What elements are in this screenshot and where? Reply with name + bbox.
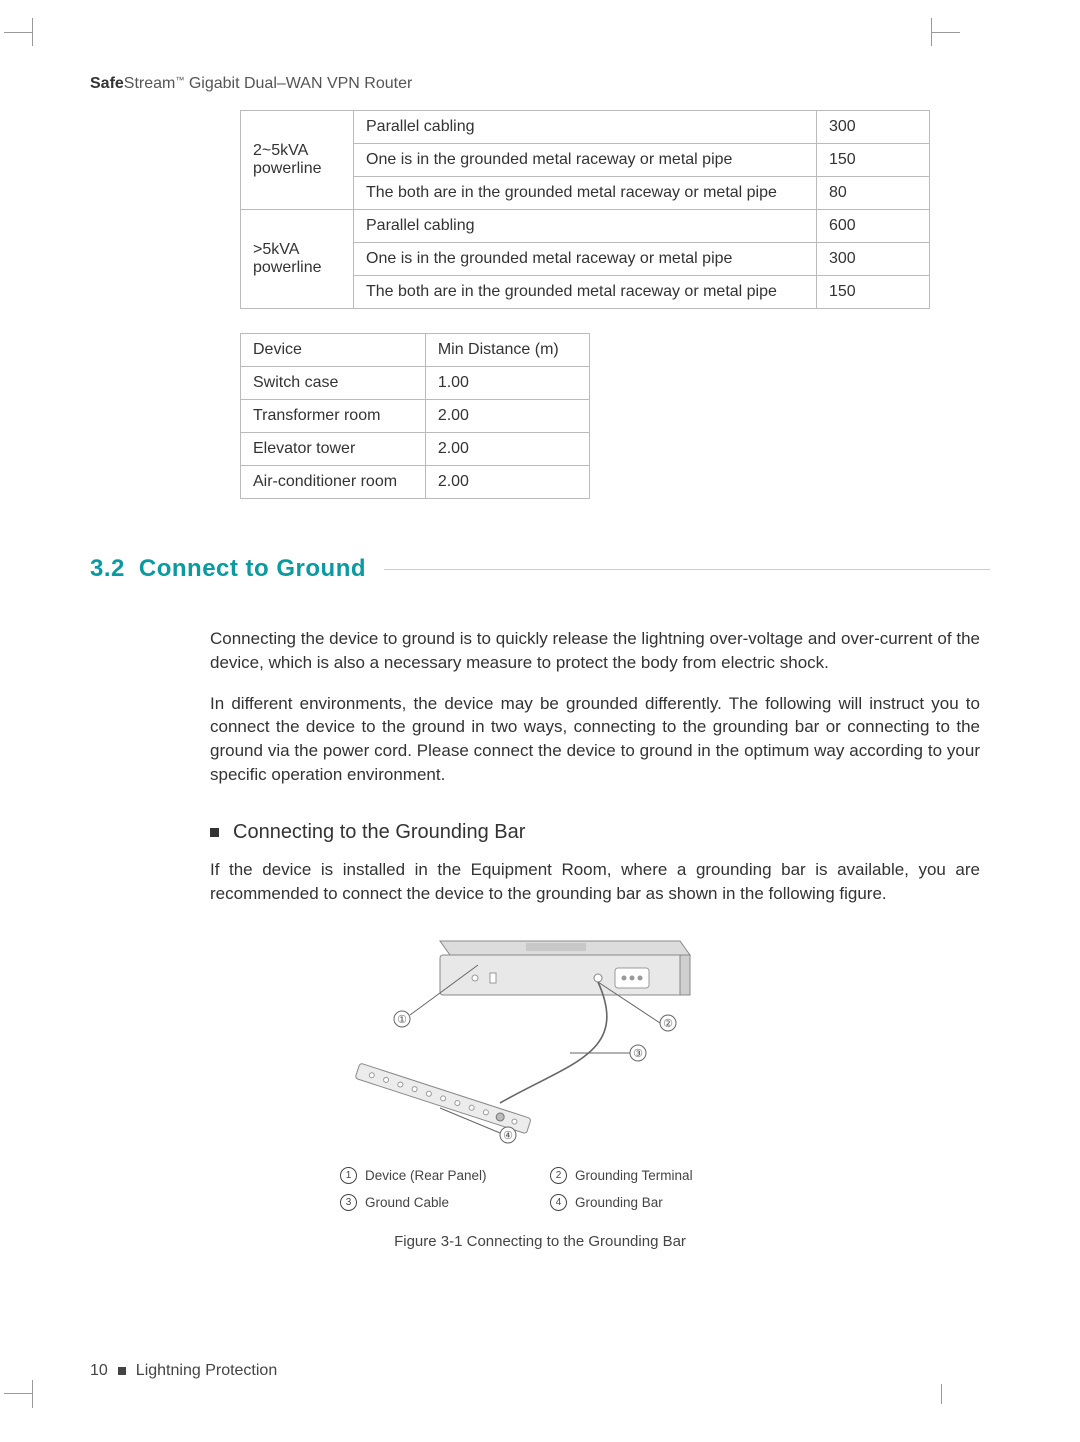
paragraph: Connecting the device to ground is to qu… bbox=[210, 627, 980, 675]
legend-text: Grounding Terminal bbox=[575, 1168, 693, 1183]
device-cell: Elevator tower bbox=[241, 433, 426, 466]
subsection-title: Connecting to the Grounding Bar bbox=[233, 821, 525, 844]
legend-text: Grounding Bar bbox=[575, 1195, 663, 1210]
fig-label-4: ④ bbox=[503, 1130, 513, 1142]
val-cell: 600 bbox=[817, 210, 930, 243]
table-row: >5kVA powerline Parallel cabling 600 bbox=[241, 210, 930, 243]
figure-legend: 1 Device (Rear Panel) 2 Grounding Terminal… bbox=[340, 1167, 740, 1211]
paragraph: In different environments, the device ma… bbox=[210, 692, 980, 787]
legend-num: 2 bbox=[550, 1167, 567, 1184]
legend-text: Device (Rear Panel) bbox=[365, 1168, 487, 1183]
legend-num: 1 bbox=[340, 1167, 357, 1184]
heading-rule bbox=[384, 569, 990, 570]
powerline-distance-table: 2~5kVA powerline Parallel cabling 300 On… bbox=[240, 110, 930, 309]
table-row: Switch case 1.00 bbox=[241, 367, 590, 400]
desc-cell: One is in the grounded metal raceway or … bbox=[354, 243, 817, 276]
desc-cell: Parallel cabling bbox=[354, 210, 817, 243]
device-min-distance-table: Device Min Distance (m) Switch case 1.00… bbox=[240, 333, 590, 499]
desc-cell: One is in the grounded metal raceway or … bbox=[354, 144, 817, 177]
legend-item: 3 Ground Cable bbox=[340, 1194, 530, 1211]
device-cell: Switch case bbox=[241, 367, 426, 400]
device-cell: Transformer room bbox=[241, 400, 426, 433]
device-cell: Air-conditioner room bbox=[241, 466, 426, 499]
figure-caption: Figure 3-1 Connecting to the Grounding B… bbox=[280, 1233, 800, 1250]
crop-mark bbox=[920, 22, 960, 62]
brand-bold: Safe bbox=[90, 75, 124, 92]
subsection-heading: Connecting to the Grounding Bar bbox=[210, 821, 990, 844]
table-row: Air-conditioner room 2.00 bbox=[241, 466, 590, 499]
cat-cell: >5kVA powerline bbox=[241, 210, 354, 309]
dist-cell: 2.00 bbox=[425, 433, 589, 466]
val-cell: 80 bbox=[817, 177, 930, 210]
section-heading: 3.2 Connect to Ground bbox=[90, 555, 990, 583]
dist-cell: 2.00 bbox=[425, 466, 589, 499]
th-min-distance: Min Distance (m) bbox=[425, 334, 589, 367]
crop-mark bbox=[4, 22, 44, 62]
legend-num: 4 bbox=[550, 1194, 567, 1211]
page-footer: 10 Lightning Protection bbox=[90, 1362, 277, 1380]
section-title: Connect to Ground bbox=[139, 555, 366, 583]
desc-cell: Parallel cabling bbox=[354, 111, 817, 144]
cat-cell: 2~5kVA powerline bbox=[241, 111, 354, 210]
bullet-square-icon bbox=[210, 828, 219, 837]
footer-chapter: Lightning Protection bbox=[136, 1362, 277, 1380]
page-number: 10 bbox=[90, 1362, 108, 1380]
legend-text: Ground Cable bbox=[365, 1195, 449, 1210]
desc-cell: The both are in the grounded metal racew… bbox=[354, 177, 817, 210]
fig-label-1: ① bbox=[397, 1014, 407, 1026]
crop-mark bbox=[920, 1364, 960, 1404]
legend-num: 3 bbox=[340, 1194, 357, 1211]
table-row: Elevator tower 2.00 bbox=[241, 433, 590, 466]
val-cell: 150 bbox=[817, 276, 930, 309]
legend-item: 2 Grounding Terminal bbox=[550, 1167, 740, 1184]
product-name: Gigabit Dual–WAN VPN Router bbox=[184, 75, 412, 92]
th-device: Device bbox=[241, 334, 426, 367]
brand-rest: Stream bbox=[124, 75, 176, 92]
table-row: 2~5kVA powerline Parallel cabling 300 bbox=[241, 111, 930, 144]
dist-cell: 2.00 bbox=[425, 400, 589, 433]
legend-item: 1 Device (Rear Panel) bbox=[340, 1167, 530, 1184]
table-row: Transformer room 2.00 bbox=[241, 400, 590, 433]
fig-label-3: ③ bbox=[633, 1048, 643, 1060]
val-cell: 300 bbox=[817, 111, 930, 144]
grounding-figure: ① ② ③ ④ 1 Device (Rear Panel) 2 Grounding … bbox=[280, 933, 800, 1250]
desc-cell: The both are in the grounded metal racew… bbox=[354, 276, 817, 309]
val-cell: 150 bbox=[817, 144, 930, 177]
fig-label-2: ② bbox=[663, 1018, 673, 1030]
val-cell: 300 bbox=[817, 243, 930, 276]
footer-square-icon bbox=[118, 1367, 126, 1375]
paragraph: If the device is installed in the Equipm… bbox=[210, 858, 980, 906]
dist-cell: 1.00 bbox=[425, 367, 589, 400]
legend-item: 4 Grounding Bar bbox=[550, 1194, 740, 1211]
table-header-row: Device Min Distance (m) bbox=[241, 334, 590, 367]
crop-mark bbox=[4, 1364, 44, 1404]
section-number: 3.2 bbox=[90, 555, 125, 583]
doc-header: SafeStream™ Gigabit Dual–WAN VPN Router bbox=[90, 75, 412, 93]
